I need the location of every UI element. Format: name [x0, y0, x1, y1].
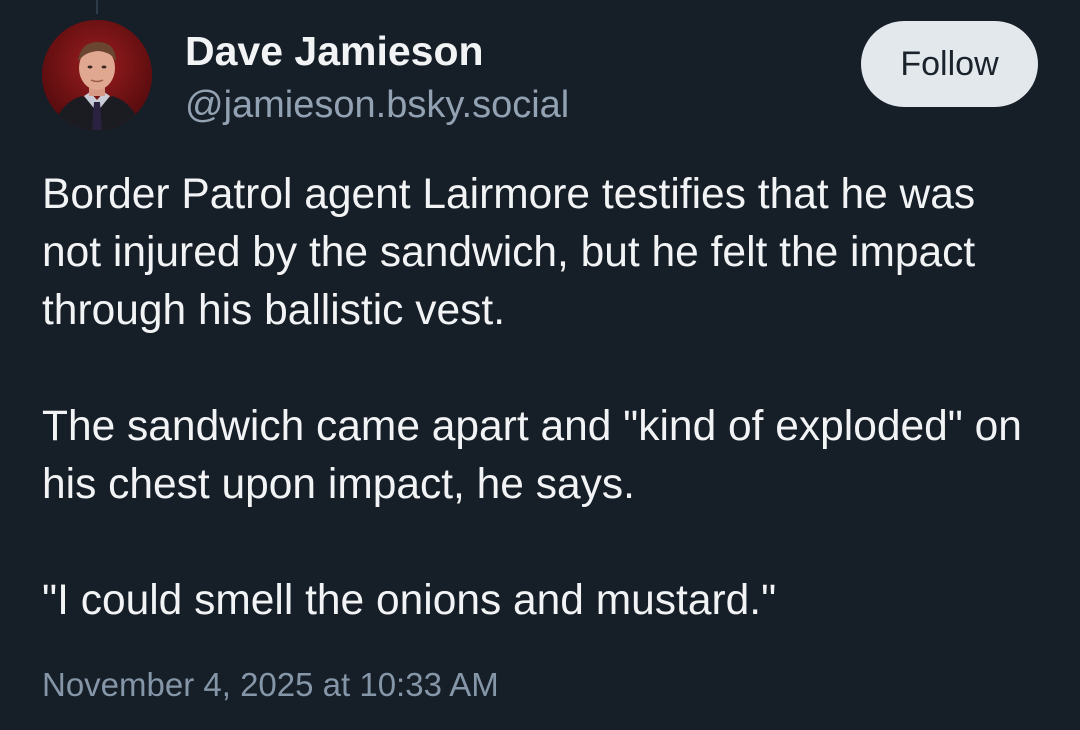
follow-button[interactable]: Follow	[861, 21, 1038, 107]
post-timestamp[interactable]: November 4, 2025 at 10:33 AM	[42, 666, 499, 704]
author-handle[interactable]: @jamieson.bsky.social	[185, 84, 569, 127]
author-avatar[interactable]	[42, 20, 152, 130]
thread-line	[96, 0, 98, 14]
avatar-portrait-icon	[42, 20, 152, 130]
post-paragraph: "I could smell the onions and mustard."	[42, 577, 777, 624]
post-card: Dave Jamieson @jamieson.bsky.social Foll…	[0, 0, 1080, 730]
post-body: Border Patrol agent Lairmore testifies t…	[42, 166, 1042, 688]
post-paragraph: Border Patrol agent Lairmore testifies t…	[42, 171, 976, 334]
author-display-name[interactable]: Dave Jamieson	[185, 28, 484, 75]
post-paragraph: The sandwich came apart and "kind of exp…	[42, 403, 1022, 508]
